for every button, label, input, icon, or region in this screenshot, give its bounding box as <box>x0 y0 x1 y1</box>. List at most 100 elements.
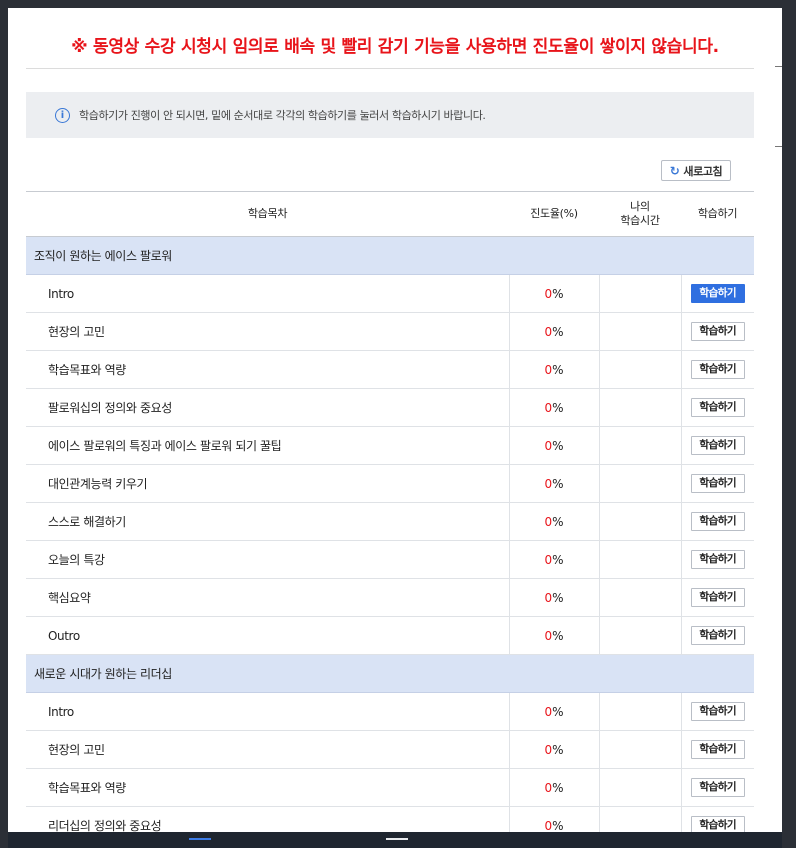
table-row: 스스로 해결하기 0% 학습하기 <box>26 502 754 541</box>
progress-value: 0 <box>544 590 553 605</box>
header-my-time-line1: 나의 <box>630 200 650 213</box>
study-button[interactable]: 학습하기 <box>690 322 745 341</box>
progress-value: 0 <box>544 362 553 377</box>
taskbar-indicator <box>189 838 211 840</box>
progress-cell: 0% <box>508 768 600 807</box>
table-row: 핵심요약 0% 학습하기 <box>26 578 754 617</box>
edge-tick <box>775 66 782 67</box>
progress-value: 0 <box>544 438 553 453</box>
lesson-title: Intro <box>26 274 509 313</box>
progress-unit: % <box>552 780 564 795</box>
action-cell: 학습하기 <box>681 502 754 541</box>
progress-unit: % <box>552 514 564 529</box>
action-cell: 학습하기 <box>681 388 754 427</box>
table-row: 에이스 팔로워의 특징과 에이스 팔로워 되기 꿀팁 0% 학습하기 <box>26 426 754 465</box>
my-study-time-cell <box>599 388 682 427</box>
header-progress: 진도율(%) <box>509 191 599 237</box>
progress-unit: % <box>552 400 564 415</box>
lesson-title: 에이스 팔로워의 특징과 에이스 팔로워 되기 꿀팁 <box>26 426 509 465</box>
table-row: 팔로워십의 정의와 중요성 0% 학습하기 <box>26 388 754 427</box>
progress-value: 0 <box>544 818 553 833</box>
study-button[interactable]: 학습하기 <box>690 398 745 417</box>
study-button[interactable]: 학습하기 <box>690 816 745 832</box>
progress-cell: 0% <box>508 730 600 769</box>
study-button[interactable]: 학습하기 <box>690 436 745 455</box>
progress-cell: 0% <box>508 464 600 503</box>
study-button[interactable]: 학습하기 <box>690 778 745 797</box>
info-text: 학습하기가 진행이 안 되시면, 밑에 순서대로 각각의 학습하기를 눌러서 학… <box>79 109 486 122</box>
progress-cell: 0% <box>508 312 600 351</box>
progress-cell: 0% <box>508 692 600 731</box>
my-study-time-cell <box>599 616 682 655</box>
taskbar-indicator <box>386 838 408 840</box>
progress-cell: 0% <box>508 540 600 579</box>
progress-cell: 0% <box>508 806 600 833</box>
table-row: 대인관계능력 키우기 0% 학습하기 <box>26 464 754 503</box>
study-button[interactable]: 학습하기 <box>690 550 745 569</box>
study-button[interactable]: 학습하기 <box>690 360 745 379</box>
study-button[interactable]: 학습하기 <box>690 284 745 303</box>
progress-unit: % <box>552 742 564 757</box>
progress-cell: 0% <box>508 274 600 313</box>
table-row: Intro 0% 학습하기 <box>26 274 754 313</box>
table-row: 리더십의 정의와 중요성 0% 학습하기 <box>26 806 754 833</box>
action-cell: 학습하기 <box>681 730 754 769</box>
action-cell: 학습하기 <box>681 350 754 389</box>
my-study-time-cell <box>599 274 682 313</box>
study-button[interactable]: 학습하기 <box>690 626 745 645</box>
lesson-title: 스스로 해결하기 <box>26 502 509 541</box>
lesson-title: 오늘의 특강 <box>26 540 509 579</box>
action-cell: 학습하기 <box>681 464 754 503</box>
my-study-time-cell <box>599 692 682 731</box>
my-study-time-cell <box>599 730 682 769</box>
lesson-title: 현장의 고민 <box>26 730 509 769</box>
study-button[interactable]: 학습하기 <box>690 474 745 493</box>
progress-cell: 0% <box>508 388 600 427</box>
progress-value: 0 <box>544 552 553 567</box>
progress-cell: 0% <box>508 426 600 465</box>
my-study-time-cell <box>599 350 682 389</box>
table-row: 학습목표와 역량 0% 학습하기 <box>26 768 754 807</box>
table-row: Intro 0% 학습하기 <box>26 692 754 731</box>
study-button[interactable]: 학습하기 <box>690 740 745 759</box>
progress-value: 0 <box>544 514 553 529</box>
progress-value: 0 <box>544 476 553 491</box>
action-cell: 학습하기 <box>681 540 754 579</box>
action-cell: 학습하기 <box>681 692 754 731</box>
progress-cell: 0% <box>508 616 600 655</box>
progress-value: 0 <box>544 628 553 643</box>
my-study-time-cell <box>599 502 682 541</box>
progress-cell: 0% <box>508 350 600 389</box>
section-title: 조직이 원하는 에이스 팔로워 <box>26 236 754 275</box>
refresh-button[interactable]: ↻ 새로고침 <box>661 160 731 181</box>
divider <box>26 68 754 69</box>
lesson-title: 대인관계능력 키우기 <box>26 464 509 503</box>
study-button[interactable]: 학습하기 <box>690 512 745 531</box>
action-cell: 학습하기 <box>681 312 754 351</box>
action-cell: 학습하기 <box>681 274 754 313</box>
lesson-title: 현장의 고민 <box>26 312 509 351</box>
action-cell: 학습하기 <box>681 616 754 655</box>
section-title: 새로운 시대가 원하는 리더십 <box>26 654 754 693</box>
study-button[interactable]: 학습하기 <box>690 702 745 721</box>
progress-value: 0 <box>544 780 553 795</box>
section-row: 조직이 원하는 에이스 팔로워 <box>26 236 754 275</box>
header-my-time: 나의 학습시간 <box>599 191 681 237</box>
lesson-title: 학습목표와 역량 <box>26 768 509 807</box>
progress-unit: % <box>552 628 564 643</box>
header-toc: 학습목차 <box>26 191 509 237</box>
my-study-time-cell <box>599 806 682 832</box>
course-progress-panel: ※ 동영상 수강 시청시 임의로 배속 및 빨리 감기 기능을 사용하면 진도율… <box>8 8 782 832</box>
study-button[interactable]: 학습하기 <box>690 588 745 607</box>
edge-tick <box>775 146 782 147</box>
table-row: 현장의 고민 0% 학습하기 <box>26 730 754 769</box>
progress-unit: % <box>552 818 564 833</box>
progress-unit: % <box>552 286 564 301</box>
header-my-time-line2: 학습시간 <box>620 214 660 227</box>
progress-cell: 0% <box>508 502 600 541</box>
my-study-time-cell <box>599 464 682 503</box>
table-row: 현장의 고민 0% 학습하기 <box>26 312 754 351</box>
my-study-time-cell <box>599 768 682 807</box>
progress-value: 0 <box>544 324 553 339</box>
refresh-icon: ↻ <box>669 163 680 178</box>
